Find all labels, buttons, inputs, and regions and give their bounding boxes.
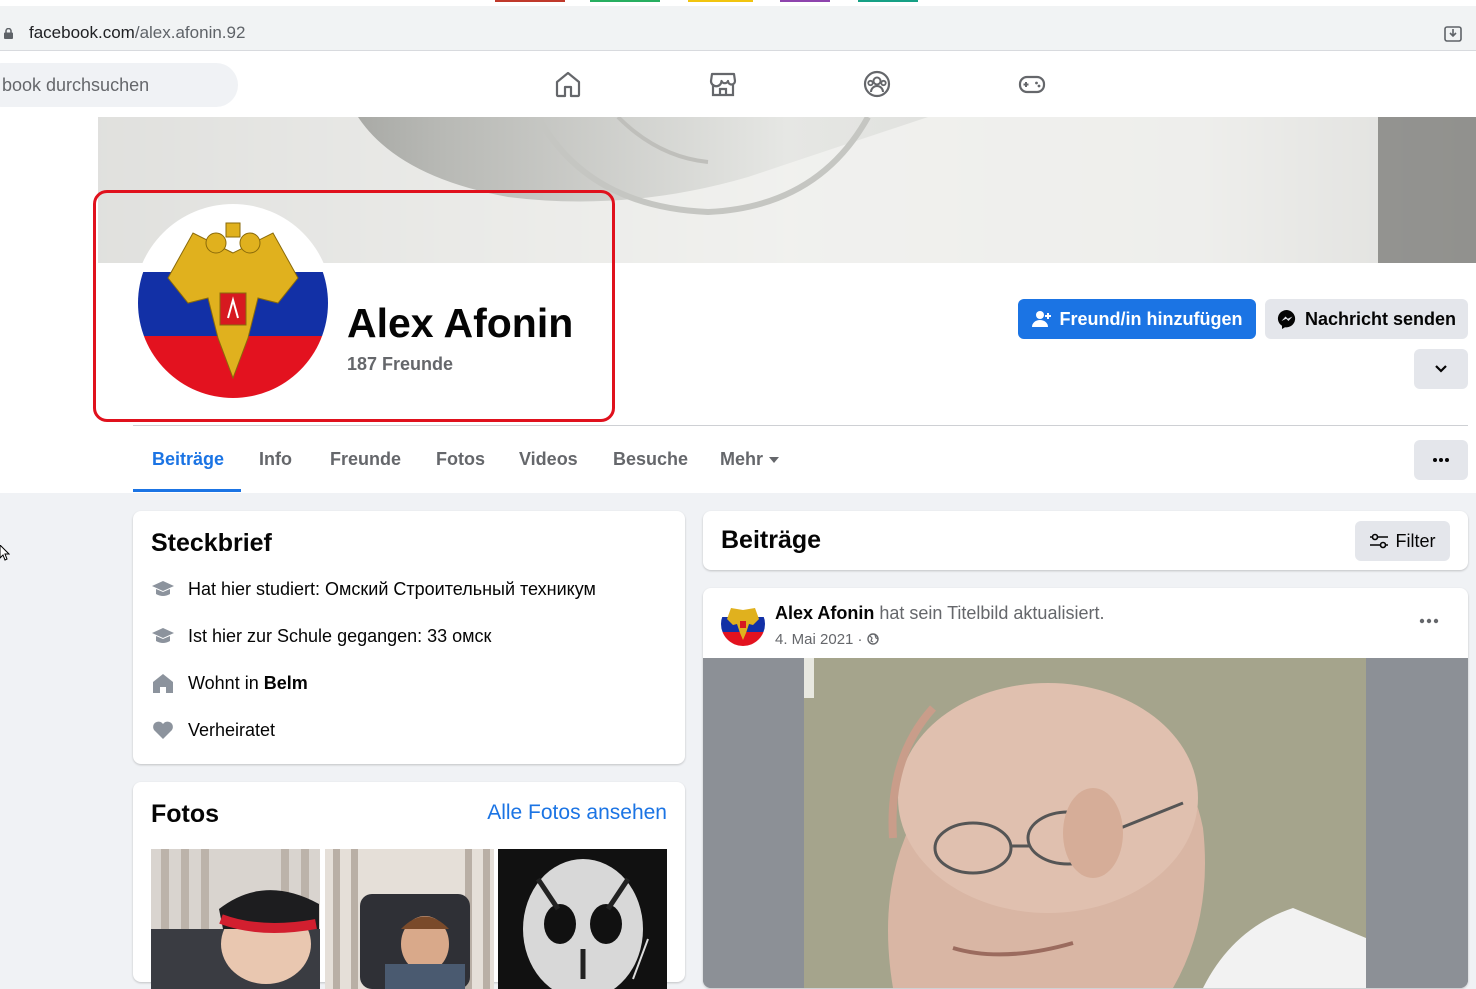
install-app-icon[interactable] [1443,24,1463,44]
tab-videos[interactable]: Videos [519,449,578,470]
highlight-annotation-box [93,190,615,422]
chevron-down-icon [1435,365,1447,373]
photo-thumbnail[interactable] [498,849,667,989]
see-all-photos-link[interactable]: Alle Fotos ansehen [487,801,667,825]
tab-more[interactable]: Mehr [720,449,780,470]
send-message-button[interactable]: Nachricht senden [1265,299,1468,339]
lock-icon[interactable] [4,28,13,39]
more-dots-icon [1433,458,1449,462]
messenger-icon [1277,309,1296,329]
add-friend-icon [1031,311,1051,327]
caret-down-icon [769,456,780,463]
lives-city-link[interactable]: Belm [264,673,308,694]
expand-profile-button[interactable] [1414,349,1468,389]
posts-header-card: Beiträge Filter [703,511,1468,570]
browser-address-bar[interactable]: facebook.com/alex.afonin.92 [0,6,1476,51]
intro-relationship: Verheiratet [151,718,275,742]
profile-options-button[interactable] [1414,440,1468,480]
home-icon[interactable] [553,69,583,99]
intro-lives-in: Wohnt in Belm [151,671,308,695]
photo-thumbnail[interactable] [151,849,320,989]
post-author-name[interactable]: Alex Afonin [775,603,874,623]
post-author-avatar[interactable] [721,602,765,646]
tab-friends[interactable]: Freunde [330,449,401,470]
intro-card: Steckbrief Hat hier studiert: Омский Стр… [133,511,685,764]
heart-icon [153,721,173,739]
post-image[interactable] [703,658,1468,988]
graduation-cap-icon [152,581,174,596]
groups-icon[interactable] [862,69,892,99]
graduation-cap-icon [152,628,174,643]
gaming-icon[interactable] [1017,69,1047,99]
tab-info[interactable]: Info [259,449,292,470]
photos-card: Fotos Alle Fotos ansehen [133,782,685,989]
header-divider [133,425,1468,426]
intro-studied: Hat hier studiert: Омский Строительный т… [151,577,596,601]
post-header-text: Alex Afonin hat sein Titelbild aktualisi… [775,603,1105,623]
filter-sliders-icon [1369,533,1388,549]
tab-check-ins[interactable]: Besuche [613,449,688,470]
photos-title: Fotos [151,800,220,828]
facebook-top-nav: book durchsuchen [0,51,1476,117]
photo-thumbnail[interactable] [325,849,494,989]
home-icon [153,674,173,693]
post-options-icon[interactable] [1419,618,1439,624]
filter-button[interactable]: Filter [1355,521,1450,561]
posts-title: Beiträge [721,526,822,554]
post-card: Alex Afonin hat sein Titelbild aktualisi… [703,588,1468,988]
marketplace-icon[interactable] [708,69,738,99]
mouse-cursor-icon [0,545,10,561]
intro-title: Steckbrief [151,529,272,557]
tab-photos[interactable]: Fotos [436,449,485,470]
search-input[interactable]: book durchsuchen [0,63,238,107]
globe-icon [867,633,879,645]
active-tab-indicator [133,489,241,492]
tab-posts[interactable]: Beiträge [152,449,224,470]
add-friend-button[interactable]: Freund/in hinzufügen [1018,299,1256,339]
url-text[interactable]: facebook.com/alex.afonin.92 [29,23,245,43]
intro-school: Ist hier zur Schule gegangen: 33 омск [151,624,491,648]
post-timestamp[interactable]: 4. Mai 2021 · [775,631,879,648]
search-placeholder: book durchsuchen [2,75,150,95]
